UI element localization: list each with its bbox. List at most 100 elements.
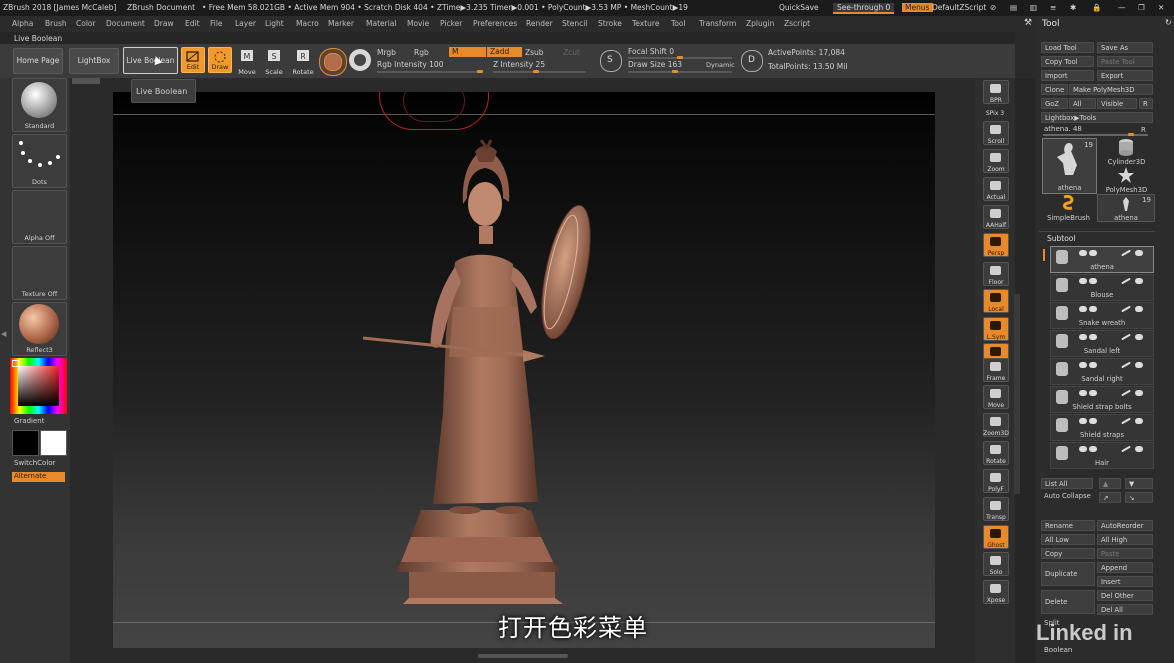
menu-draw[interactable]: Draw: [154, 19, 174, 28]
menu-layer[interactable]: Layer: [235, 19, 256, 28]
bottom-tray-handle[interactable]: [478, 654, 568, 658]
all-high-button[interactable]: All High: [1097, 534, 1153, 545]
del-all-button[interactable]: Del All: [1097, 604, 1153, 615]
right-shelf-actual[interactable]: Actual: [983, 177, 1009, 201]
boolean-section[interactable]: Boolean: [1044, 646, 1072, 654]
alpha-thumb[interactable]: Alpha Off: [12, 190, 67, 244]
visibility-eye-icon[interactable]: [1135, 250, 1143, 256]
goz-r-button[interactable]: R: [1139, 98, 1153, 109]
menu-preferences[interactable]: Preferences: [473, 19, 517, 28]
goz-visible-button[interactable]: Visible: [1097, 98, 1137, 109]
settings-icon[interactable]: ✱: [1070, 3, 1076, 12]
menu-material[interactable]: Material: [366, 19, 396, 28]
brush-edit-icon[interactable]: [1121, 445, 1131, 453]
polypaint-toggle-icon[interactable]: [1079, 334, 1087, 340]
solo-toggle-icon[interactable]: [1089, 362, 1097, 368]
material-sphere-button[interactable]: [319, 48, 347, 76]
color-picker[interactable]: [10, 358, 67, 414]
save-as-button[interactable]: Save As: [1097, 42, 1153, 53]
solo-toggle-icon[interactable]: [1089, 446, 1097, 452]
visibility-eye-icon[interactable]: [1135, 306, 1143, 312]
menu-render[interactable]: Render: [526, 19, 553, 28]
subtool-item[interactable]: Sandal right: [1050, 358, 1154, 385]
menu-zplugin[interactable]: Zplugin: [746, 19, 774, 28]
z-intensity-knob[interactable]: [533, 70, 539, 73]
zadd-button[interactable]: Zadd: [487, 47, 522, 57]
switchcolor-button[interactable]: SwitchColor: [14, 459, 55, 467]
goz-all-button[interactable]: All: [1069, 98, 1096, 109]
right-shelf-xpose[interactable]: Xpose: [983, 580, 1009, 604]
menu-picker[interactable]: Picker: [440, 19, 462, 28]
edit-button[interactable]: Edit: [181, 47, 205, 73]
visibility-eye-icon[interactable]: [1135, 278, 1143, 284]
menu-zscript[interactable]: Zscript: [784, 19, 810, 28]
menus-toggle[interactable]: Menus: [902, 3, 933, 12]
rotate-button[interactable]: R Rotate: [292, 48, 314, 76]
subtool-item[interactable]: Hair: [1050, 442, 1154, 469]
right-shelf-move[interactable]: Move: [983, 385, 1009, 409]
delete-button[interactable]: Delete: [1041, 590, 1095, 614]
polypaint-toggle-icon[interactable]: [1079, 446, 1087, 452]
menu-marker[interactable]: Marker: [328, 19, 354, 28]
tool-palette-title[interactable]: Tool: [1042, 19, 1059, 29]
all-low-button[interactable]: All Low: [1041, 534, 1095, 545]
load-tool-button[interactable]: Load Tool: [1041, 42, 1094, 53]
menu-light[interactable]: Light: [265, 19, 284, 28]
dynamic-toggle[interactable]: Dynamic: [706, 61, 735, 69]
right-shelf-floor[interactable]: Floor: [983, 262, 1009, 286]
menu-icon[interactable]: ≡: [1050, 3, 1056, 12]
append-button[interactable]: Append: [1097, 562, 1153, 573]
subtool-item[interactable]: Shield straps: [1050, 414, 1154, 441]
menu-texture[interactable]: Texture: [632, 19, 659, 28]
rgb-intensity-knob[interactable]: [477, 70, 483, 73]
right-shelf-ghost[interactable]: Ghost: [983, 525, 1009, 549]
mrgb-button[interactable]: Mrgb: [377, 48, 396, 57]
subtool-item[interactable]: Sandal left: [1050, 330, 1154, 357]
solo-toggle-icon[interactable]: [1089, 306, 1097, 312]
right-shelf-transp[interactable]: Transp: [983, 497, 1009, 521]
zsub-button[interactable]: Zsub: [525, 48, 544, 57]
menu-transform[interactable]: Transform: [699, 19, 736, 28]
visibility-eye-icon[interactable]: [1135, 418, 1143, 424]
lazymouse-icon[interactable]: S: [600, 50, 622, 72]
palette-icon[interactable]: ▥: [1030, 3, 1037, 12]
current-tool-slider[interactable]: athena. 48: [1044, 125, 1082, 133]
canvas-scroll-tab[interactable]: [72, 78, 100, 84]
tool-thumb-polymesh3d[interactable]: PolyMesh3D: [1100, 166, 1153, 194]
secondary-color-swatch[interactable]: [40, 430, 67, 456]
right-shelf-bpr[interactable]: BPR: [983, 80, 1009, 104]
solo-toggle-icon[interactable]: [1089, 390, 1097, 396]
brush-standard-thumb[interactable]: Standard: [12, 78, 67, 132]
right-shelf-polyf[interactable]: PolyF: [983, 469, 1009, 493]
tool-thumb-athena-2[interactable]: 19 athena: [1097, 194, 1155, 222]
menu-edit[interactable]: Edit: [185, 19, 200, 28]
insert-button[interactable]: Insert: [1097, 576, 1153, 587]
current-tool-r-button[interactable]: R: [1141, 126, 1146, 134]
right-scrollbar[interactable]: [1014, 294, 1020, 494]
tool-thumb-cylinder3d[interactable]: Cylinder3D: [1100, 138, 1153, 166]
material-thumb[interactable]: Reflect3: [12, 302, 67, 356]
brush-edit-icon[interactable]: [1121, 249, 1131, 257]
draw-button[interactable]: Draw: [208, 47, 232, 73]
draw-size-slider[interactable]: Draw Size 163: [628, 60, 682, 69]
menu-tool[interactable]: Tool: [671, 19, 686, 28]
polypaint-toggle-icon[interactable]: [1079, 278, 1087, 284]
tool-palette-close-icon[interactable]: ↻: [1165, 18, 1172, 27]
move-up-button[interactable]: ▲: [1099, 478, 1121, 489]
home-page-button[interactable]: Home Page: [13, 48, 63, 74]
import-button[interactable]: Import: [1041, 70, 1094, 81]
draw-size-knob[interactable]: [672, 70, 678, 73]
left-tray-collapse-icon[interactable]: ◀: [1, 330, 7, 344]
lock-icon[interactable]: 🔒: [1092, 3, 1101, 12]
copy-tool-button[interactable]: Copy Tool: [1041, 56, 1094, 67]
zcut-button[interactable]: Zcut: [563, 48, 580, 57]
default-zscript-button[interactable]: DefaultZScript: [932, 3, 986, 12]
subtool-title[interactable]: Subtool: [1047, 234, 1075, 243]
right-shelf-local[interactable]: Local: [983, 289, 1009, 313]
color-sphere-button[interactable]: [349, 49, 371, 71]
goz-button[interactable]: GoZ: [1041, 98, 1068, 109]
alternate-button[interactable]: Alternate: [12, 472, 65, 482]
main-color-swatch[interactable]: [12, 430, 39, 456]
tool-palette-pin-icon[interactable]: ⚒: [1024, 18, 1032, 28]
scale-button[interactable]: S Scale: [263, 48, 285, 76]
